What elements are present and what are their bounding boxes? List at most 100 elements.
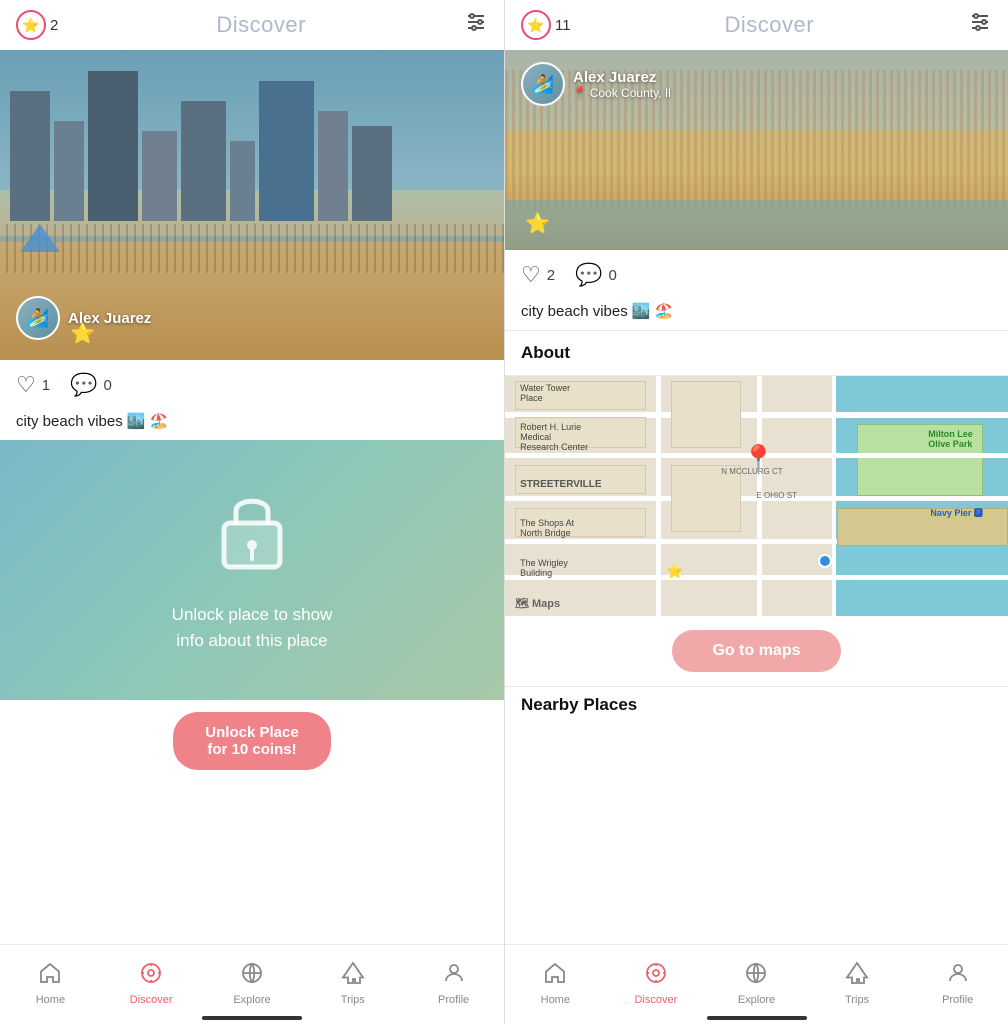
right-header-title: Discover	[725, 12, 815, 38]
water-tower-label: Water TowerPlace	[520, 383, 570, 403]
map-star-icon: ⭐	[666, 563, 683, 580]
right-trips-icon	[845, 961, 869, 991]
right-star-count: 11	[555, 17, 571, 34]
right-explore-icon	[744, 961, 768, 991]
right-post-caption: city beach vibes 🏙️ 🏖️	[505, 300, 1008, 330]
lock-text: Unlock place to showinfo about this plac…	[172, 602, 333, 653]
left-star-count: 2	[50, 17, 58, 34]
right-nav-home-label: Home	[541, 994, 570, 1006]
heart-icon: ♡	[16, 372, 36, 398]
right-star-circle: ⭐	[521, 10, 551, 40]
go-maps-container: Go to maps	[505, 616, 1008, 686]
left-hero-star: ⭐	[70, 321, 95, 346]
left-nav-profile[interactable]: Profile	[403, 945, 504, 1016]
right-nav-explore[interactable]: Explore	[706, 945, 807, 1016]
left-hero-image: 🏄 Alex Juarez ⭐	[0, 50, 504, 360]
nearby-places-title: Nearby Places	[505, 687, 1008, 727]
wrigley-label: The WrigleyBuilding	[520, 558, 568, 578]
home-icon	[38, 961, 62, 991]
left-like-count: 1	[42, 377, 50, 394]
right-bottom-nav: Home Discover	[505, 944, 1008, 1016]
about-section: About	[505, 331, 1008, 375]
right-like-btn[interactable]: ♡ 2	[521, 262, 555, 288]
right-comment-btn[interactable]: 💬 0	[575, 262, 617, 288]
right-filter-icon[interactable]	[968, 10, 992, 40]
right-nav-profile-label: Profile	[942, 994, 973, 1006]
right-comment-count: 0	[608, 267, 616, 284]
streeterville-label: STREETERVILLE	[520, 479, 602, 490]
blue-dot	[818, 554, 832, 568]
right-nav-trips-label: Trips	[845, 994, 869, 1006]
right-hero-avatar: 🏄	[521, 62, 565, 106]
right-home-bar	[707, 1016, 807, 1020]
lock-icon	[216, 487, 288, 586]
apple-maps-watermark: 🗺 Maps	[515, 597, 560, 610]
olive-park-label: Milton LeeOlive Park	[928, 429, 973, 449]
left-post-caption: city beach vibes 🏙️ 🏖️	[0, 410, 504, 440]
right-discover-icon	[644, 961, 668, 991]
left-header-title: Discover	[216, 12, 306, 38]
left-comment-count: 0	[103, 377, 111, 394]
right-home-icon	[543, 961, 567, 991]
left-nav-profile-label: Profile	[438, 994, 469, 1006]
left-filter-icon[interactable]	[464, 10, 488, 40]
right-nav-home[interactable]: Home	[505, 945, 606, 1016]
profile-icon	[442, 961, 466, 991]
right-post-actions: ♡ 2 💬 0	[505, 250, 1008, 300]
left-nav-explore[interactable]: Explore	[202, 945, 303, 1016]
location-pin-icon: 📍	[573, 86, 587, 99]
block-5	[671, 381, 741, 448]
left-nav-discover[interactable]: Discover	[101, 945, 202, 1016]
right-hero-username: Alex Juarez	[573, 69, 671, 86]
right-nav-trips[interactable]: Trips	[807, 945, 908, 1016]
right-hero-image: 🏄 Alex Juarez 📍 Cook County, Il ⭐	[505, 50, 1008, 250]
right-nav-profile[interactable]: Profile	[907, 945, 1008, 1016]
right-home-indicator	[505, 1016, 1008, 1024]
road-v3	[832, 376, 836, 616]
left-nav-explore-label: Explore	[233, 994, 270, 1006]
right-star-badge[interactable]: ⭐ 11	[521, 10, 571, 40]
left-home-bar	[202, 1016, 302, 1020]
left-home-indicator	[0, 1016, 504, 1024]
navy-pier-label: Navy Pier 🅿	[930, 506, 983, 519]
right-nav-discover[interactable]: Discover	[606, 945, 707, 1016]
left-nav-trips[interactable]: Trips	[302, 945, 403, 1016]
left-phone-panel: ⭐ 2 Discover	[0, 0, 504, 1024]
left-nav-home[interactable]: Home	[0, 945, 101, 1016]
left-header: ⭐ 2 Discover	[0, 0, 504, 50]
e-ohio-label: E OHIO ST	[757, 491, 797, 500]
right-like-count: 2	[547, 267, 555, 284]
trips-icon	[341, 961, 365, 991]
shops-label: The Shops AtNorth Bridge	[520, 518, 574, 538]
map-background: Water TowerPlace Robert H. LurieMedicalR…	[505, 376, 1008, 616]
left-nav-trips-label: Trips	[341, 994, 365, 1006]
left-hero-avatar: 🏄	[16, 296, 60, 340]
left-like-btn[interactable]: ♡ 1	[16, 372, 50, 398]
map-container[interactable]: Water TowerPlace Robert H. LurieMedicalR…	[505, 376, 1008, 616]
right-comment-icon: 💬	[575, 262, 602, 288]
right-heart-icon: ♡	[521, 262, 541, 288]
about-title: About	[521, 343, 570, 362]
right-hero-location: 📍 Cook County, Il	[573, 86, 671, 100]
road-v1	[656, 376, 661, 616]
right-profile-icon	[946, 961, 970, 991]
right-hero-star: ⭐	[525, 211, 550, 236]
left-comment-btn[interactable]: 💬 0	[70, 372, 112, 398]
left-nav-discover-label: Discover	[130, 994, 173, 1006]
right-phone-panel: ⭐ 11 Discover 🏄	[504, 0, 1008, 1024]
left-post-actions: ♡ 1 💬 0	[0, 360, 504, 410]
right-hero-user: 🏄 Alex Juarez 📍 Cook County, Il	[521, 62, 671, 106]
left-nav-home-label: Home	[36, 994, 65, 1006]
unlock-button[interactable]: Unlock Placefor 10 coins!	[173, 712, 330, 770]
go-maps-button[interactable]: Go to maps	[672, 630, 840, 672]
left-bottom-nav: Home Discover	[0, 944, 504, 1016]
comment-icon: 💬	[70, 372, 97, 398]
lock-overlay: Unlock place to showinfo about this plac…	[0, 440, 504, 700]
right-nav-explore-label: Explore	[738, 994, 775, 1006]
location-pin: 📍	[741, 443, 776, 476]
left-star-badge[interactable]: ⭐ 2	[16, 10, 58, 40]
unlock-btn-container: Unlock Placefor 10 coins!	[0, 700, 504, 782]
right-header: ⭐ 11 Discover	[505, 0, 1008, 50]
left-star-circle: ⭐	[16, 10, 46, 40]
right-nav-discover-label: Discover	[634, 994, 677, 1006]
